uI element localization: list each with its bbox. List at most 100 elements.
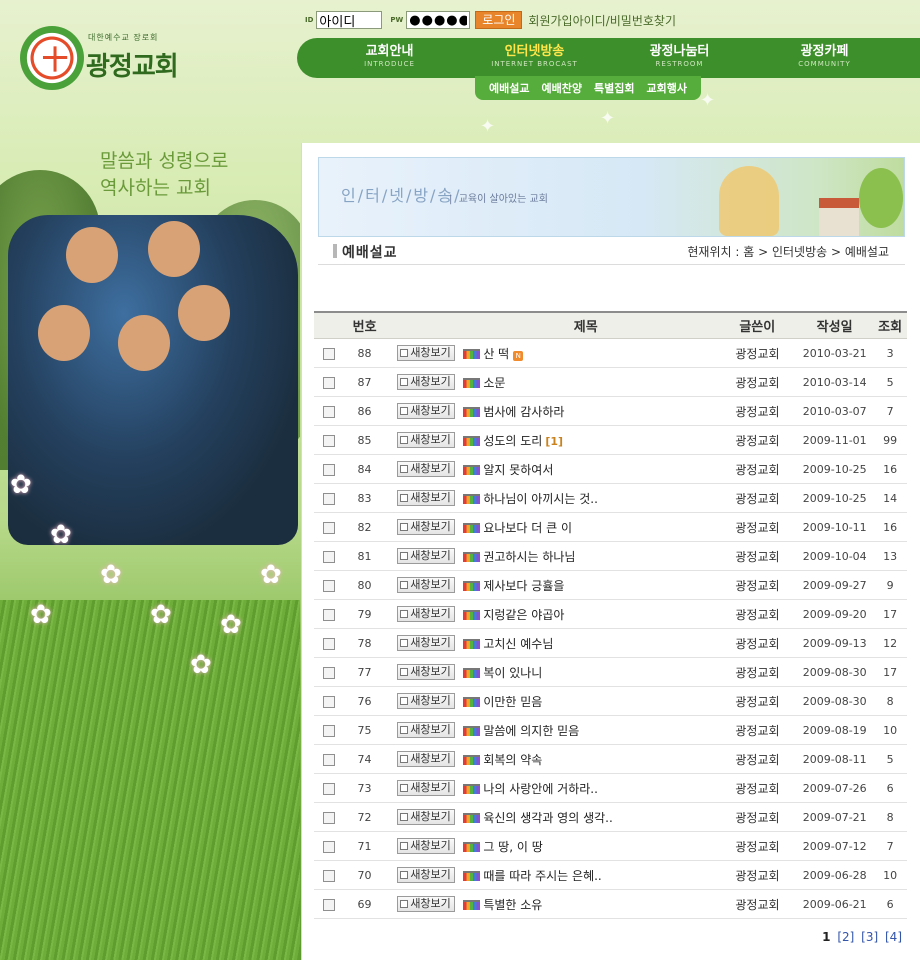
subnav-item-praise[interactable]: 예배찬양 xyxy=(541,80,581,96)
window-icon xyxy=(400,842,409,850)
find-account-link[interactable]: 아이디/비밀번호찾기 xyxy=(573,14,676,28)
post-title-link[interactable]: 말씀에 의지한 믿음 xyxy=(483,724,579,738)
row-checkbox[interactable] xyxy=(322,550,335,563)
row-checkbox[interactable] xyxy=(322,898,335,911)
row-checkbox[interactable] xyxy=(322,434,335,447)
post-title-link[interactable]: 복이 있나니 xyxy=(483,666,542,680)
row-checkbox[interactable] xyxy=(322,695,335,708)
row-number: 81 xyxy=(357,549,372,563)
newwin-button[interactable]: 새창보기 xyxy=(397,490,455,506)
post-title-link[interactable]: 알지 못하여서 xyxy=(483,463,553,477)
row-writer: 광정교회 xyxy=(735,839,780,854)
id-input[interactable] xyxy=(316,11,383,29)
face-shape xyxy=(148,221,200,277)
post-title-link[interactable]: 이만한 믿음 xyxy=(483,695,542,709)
post-title-link[interactable]: 하나님이 아끼시는 것.. xyxy=(483,492,598,506)
newwin-button[interactable]: 새창보기 xyxy=(397,461,455,477)
row-writer: 광정교회 xyxy=(735,897,780,912)
post-title-link[interactable]: 때를 따라 주시는 은혜.. xyxy=(483,869,601,883)
join-link[interactable]: 회원가입 xyxy=(528,14,572,28)
section-banner: 인/터/넷/방/송/ | 교육이 살아있는 교회 xyxy=(318,157,905,237)
page-link[interactable]: [4] xyxy=(885,930,902,944)
row-checkbox[interactable] xyxy=(322,521,335,534)
title-cell: 육신의 생각과 영의 생각.. xyxy=(453,809,719,826)
page-link[interactable]: [3] xyxy=(861,930,878,944)
newwin-button[interactable]: 새창보기 xyxy=(397,809,455,825)
row-check-cell xyxy=(314,607,344,621)
post-title-link[interactable]: 성도의 도리 xyxy=(483,434,542,448)
window-icon xyxy=(400,523,409,531)
post-title-link[interactable]: 나의 사랑안에 거하라.. xyxy=(483,782,598,796)
post-title-link[interactable]: 제사보다 긍휼을 xyxy=(483,579,564,593)
row-hits: 16 xyxy=(883,520,898,534)
row-writer: 광정교회 xyxy=(735,520,780,535)
row-checkbox[interactable] xyxy=(322,840,335,853)
row-number: 83 xyxy=(357,491,372,505)
newwin-button[interactable]: 새창보기 xyxy=(397,722,455,738)
newwin-button[interactable]: 새창보기 xyxy=(397,403,455,419)
page-link[interactable]: [2] xyxy=(837,930,854,944)
subnav-item-events[interactable]: 교회행사 xyxy=(646,80,686,96)
post-title-link[interactable]: 그 땅, 이 땅 xyxy=(483,840,542,854)
row-checkbox[interactable] xyxy=(322,492,335,505)
row-checkbox[interactable] xyxy=(322,608,335,621)
nav-item-introduce[interactable]: 교회안내 INTRODUCE xyxy=(317,38,462,78)
pagination: 1 [2] [3] [4] xyxy=(822,930,902,944)
newwin-button[interactable]: 새창보기 xyxy=(397,693,455,709)
post-title-link[interactable]: 범사에 감사하라 xyxy=(483,405,564,419)
row-number: 82 xyxy=(357,520,372,534)
row-checkbox[interactable] xyxy=(322,811,335,824)
newwin-button[interactable]: 새창보기 xyxy=(397,838,455,854)
row-checkbox[interactable] xyxy=(322,724,335,737)
post-title-link[interactable]: 육신의 생각과 영의 생각.. xyxy=(483,811,612,825)
newwin-button[interactable]: 새창보기 xyxy=(397,635,455,651)
table-row: 87 새창보기 소문 광정교회 2010-03-14 5 xyxy=(314,368,907,397)
row-checkbox[interactable] xyxy=(322,869,335,882)
newwin-button[interactable]: 새창보기 xyxy=(397,751,455,767)
newwin-button[interactable]: 새창보기 xyxy=(397,780,455,796)
post-title-link[interactable]: 특별한 소유 xyxy=(483,898,542,912)
password-input[interactable] xyxy=(406,11,471,29)
row-checkbox[interactable] xyxy=(322,347,335,360)
subnav-item-special[interactable]: 특별집회 xyxy=(594,80,634,96)
newwin-button[interactable]: 새창보기 xyxy=(397,374,455,390)
post-title-link[interactable]: 회복의 약속 xyxy=(483,753,542,767)
post-title-link[interactable]: 지렁같은 야곱아 xyxy=(483,608,564,622)
post-title-link[interactable]: 소문 xyxy=(483,376,505,390)
post-title-link[interactable]: 고치신 예수님 xyxy=(483,637,553,651)
nav-sublabel: RESTROOM xyxy=(655,60,704,68)
newwin-button[interactable]: 새창보기 xyxy=(397,867,455,883)
church-logo[interactable]: 十 대한예수교 장로회 광정교회 xyxy=(20,24,190,94)
newwin-button[interactable]: 새창보기 xyxy=(397,896,455,912)
newwin-label: 새창보기 xyxy=(410,636,451,649)
newwin-button[interactable]: 새창보기 xyxy=(397,664,455,680)
newwin-button[interactable]: 새창보기 xyxy=(397,606,455,622)
row-checkbox[interactable] xyxy=(322,753,335,766)
row-checkbox[interactable] xyxy=(322,579,335,592)
login-button[interactable]: 로그인 xyxy=(475,11,523,29)
newwin-button[interactable]: 새창보기 xyxy=(397,345,455,361)
row-checkbox[interactable] xyxy=(322,463,335,476)
newwin-button[interactable]: 새창보기 xyxy=(397,519,455,535)
row-number: 71 xyxy=(357,839,372,853)
newwin-button[interactable]: 새창보기 xyxy=(397,548,455,564)
newwin-button[interactable]: 새창보기 xyxy=(397,432,455,448)
page-header: 예배설교 현재위치 : 홈 > 인터넷방송 > 예배설교 xyxy=(318,239,905,265)
subnav-item-sermon[interactable]: 예배설교 xyxy=(489,80,529,96)
newwin-label: 새창보기 xyxy=(410,520,451,533)
post-title-link[interactable]: 요나보다 더 큰 이 xyxy=(483,521,572,535)
post-title-link[interactable]: 권고하시는 하나님 xyxy=(483,550,575,564)
nav-item-broadcast[interactable]: 인터넷방송 INTERNET BROCAST xyxy=(462,38,607,78)
row-checkbox[interactable] xyxy=(322,405,335,418)
newwin-cell: 새창보기 xyxy=(385,780,455,796)
nav-item-restroom[interactable]: 광정나눔터 RESTROOM xyxy=(607,38,752,78)
newwin-button[interactable]: 새창보기 xyxy=(397,577,455,593)
row-checkbox[interactable] xyxy=(322,376,335,389)
row-checkbox[interactable] xyxy=(322,666,335,679)
row-checkbox[interactable] xyxy=(322,782,335,795)
nav-item-community[interactable]: 광정카페 COMMUNITY xyxy=(752,38,897,78)
video-icon xyxy=(463,377,481,388)
row-checkbox[interactable] xyxy=(322,637,335,650)
row-hits: 13 xyxy=(883,549,898,563)
post-title-link[interactable]: 산 떡 xyxy=(483,347,509,361)
